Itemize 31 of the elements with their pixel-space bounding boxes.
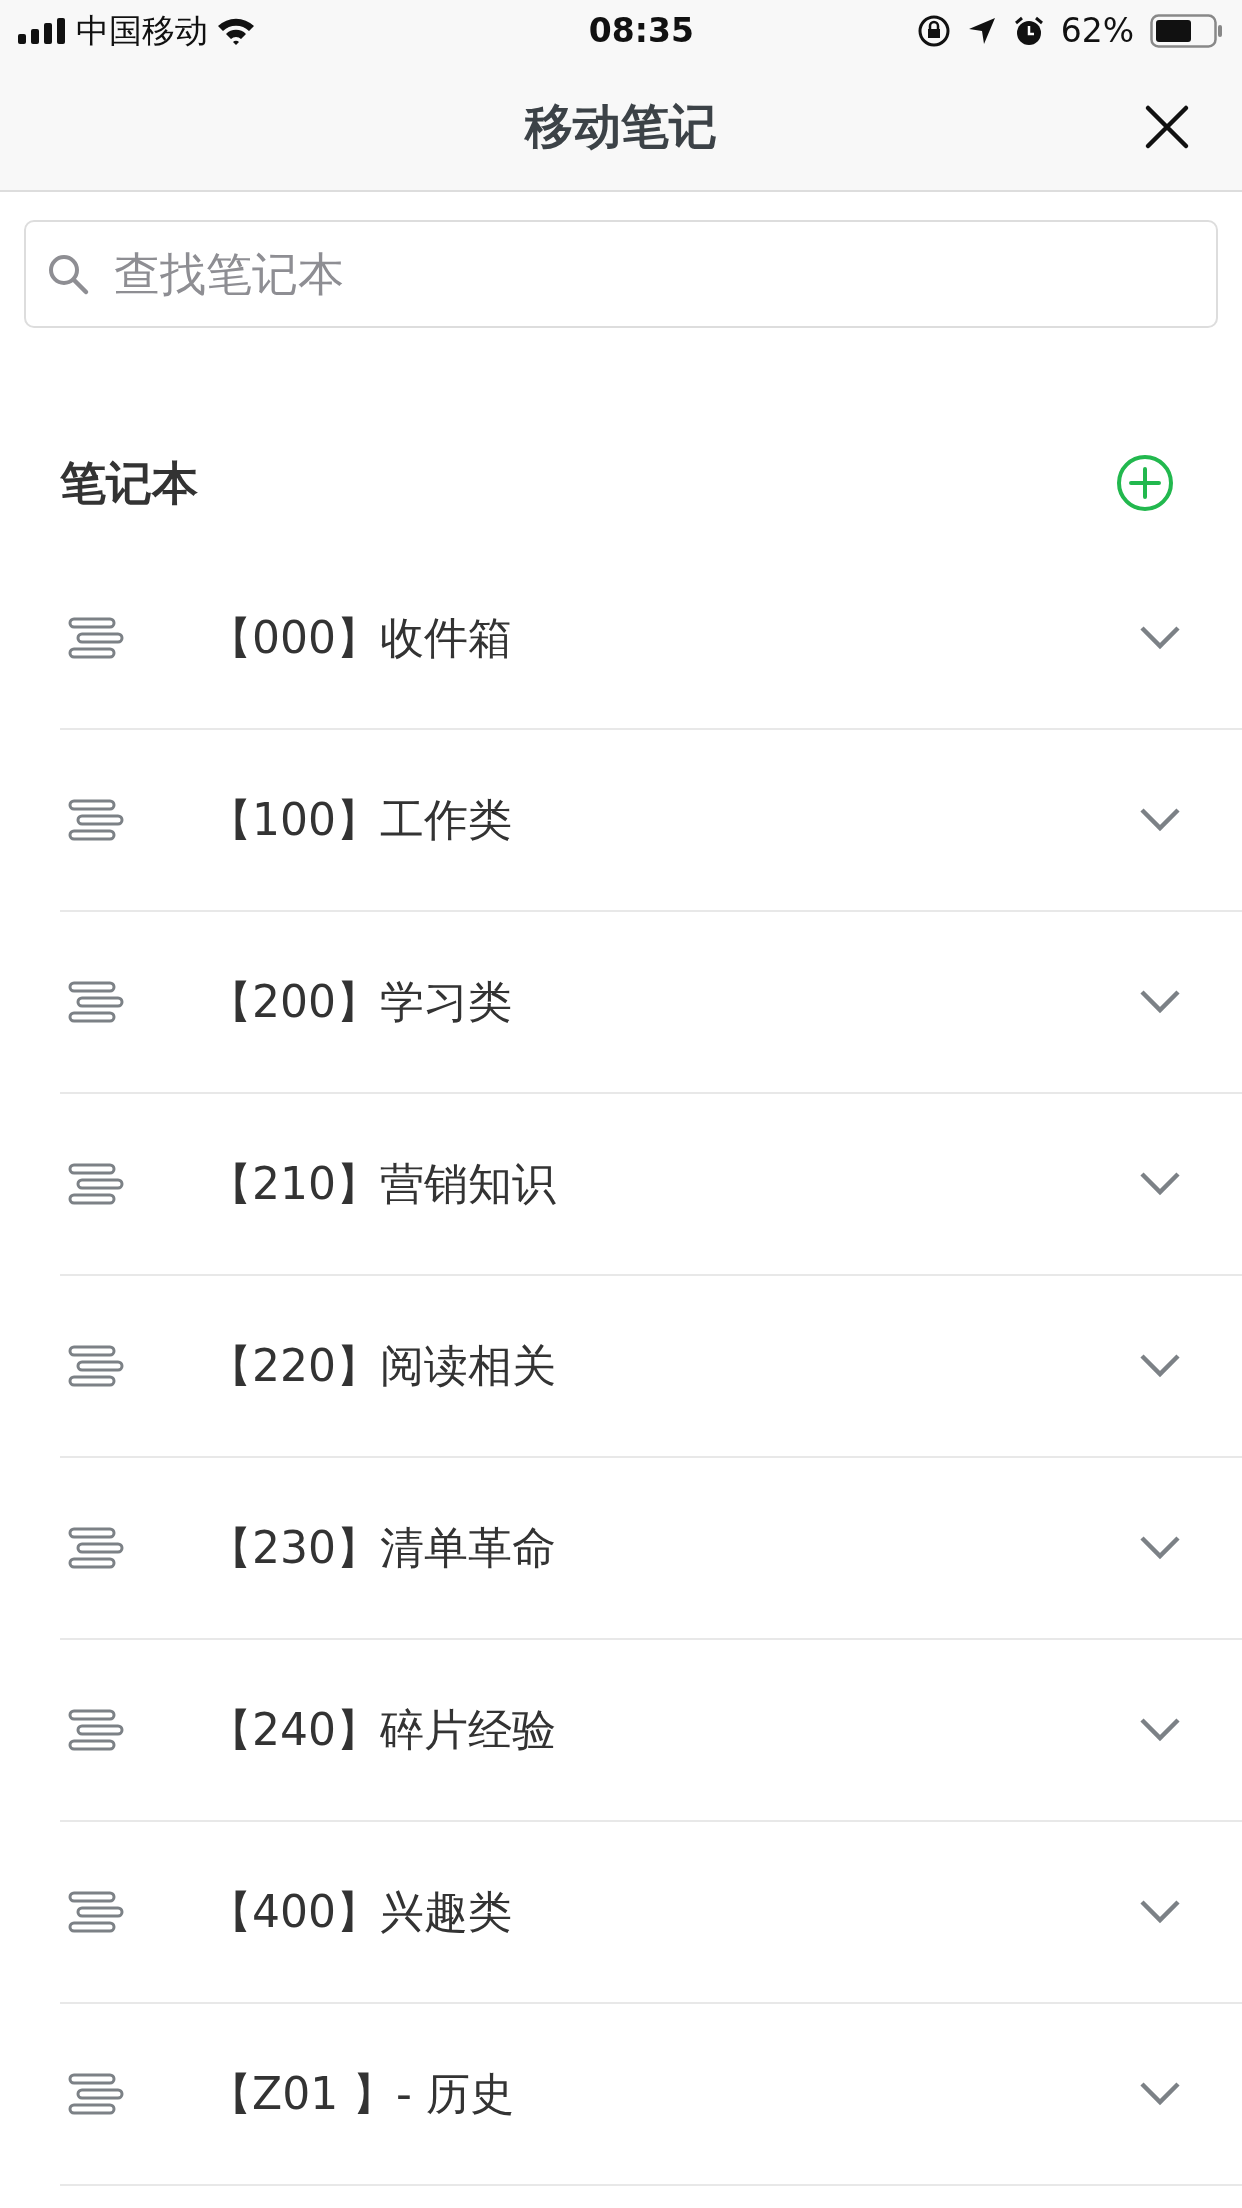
clock-time: 08:35 — [588, 10, 694, 53]
notebook-name: 【400】兴趣类 — [208, 1885, 513, 1939]
alarm-icon — [1012, 15, 1045, 47]
notebook-stack-icon — [68, 1891, 124, 1933]
notebook-name: 【210】营销知识 — [208, 1157, 557, 1211]
add-button[interactable] — [1116, 454, 1174, 512]
notebook-stack-icon — [68, 1527, 124, 1569]
search-field[interactable]: 查找笔记本 — [24, 220, 1218, 328]
notebook-name: 【200】学习类 — [208, 975, 513, 1029]
battery-percent: 62% — [1060, 10, 1134, 53]
notebook-stack-icon — [68, 799, 124, 841]
notebook-name: 【240】碎片经验 — [208, 1703, 557, 1757]
notebook-name: 【220】阅读相关 — [208, 1339, 557, 1393]
notebook-stack-icon — [68, 981, 124, 1023]
battery-icon — [1150, 14, 1224, 48]
signal-icon — [18, 18, 68, 44]
wifi-icon — [216, 16, 256, 46]
notebook-stack-icon — [68, 2073, 124, 2115]
notebook-name: 【Z01 】- 历史 — [208, 2067, 515, 2121]
notebook-name: 【230】清单革命 — [208, 1521, 557, 1575]
search-icon — [46, 252, 90, 296]
section-title: 笔记本 — [60, 454, 198, 512]
rotation-lock-icon — [916, 14, 951, 48]
notebook-name: 【000】收件箱 — [208, 611, 513, 665]
notebook-stack-icon — [68, 1709, 124, 1751]
screen-title: 移动笔记 — [525, 97, 717, 156]
notebook-name: 【100】工作类 — [208, 793, 513, 847]
notebook-stack-icon — [68, 1163, 124, 1205]
notebook-stack-icon — [68, 1345, 124, 1387]
notebook-stack-icon — [68, 617, 124, 659]
carrier-name: 中国移动 — [76, 10, 208, 53]
